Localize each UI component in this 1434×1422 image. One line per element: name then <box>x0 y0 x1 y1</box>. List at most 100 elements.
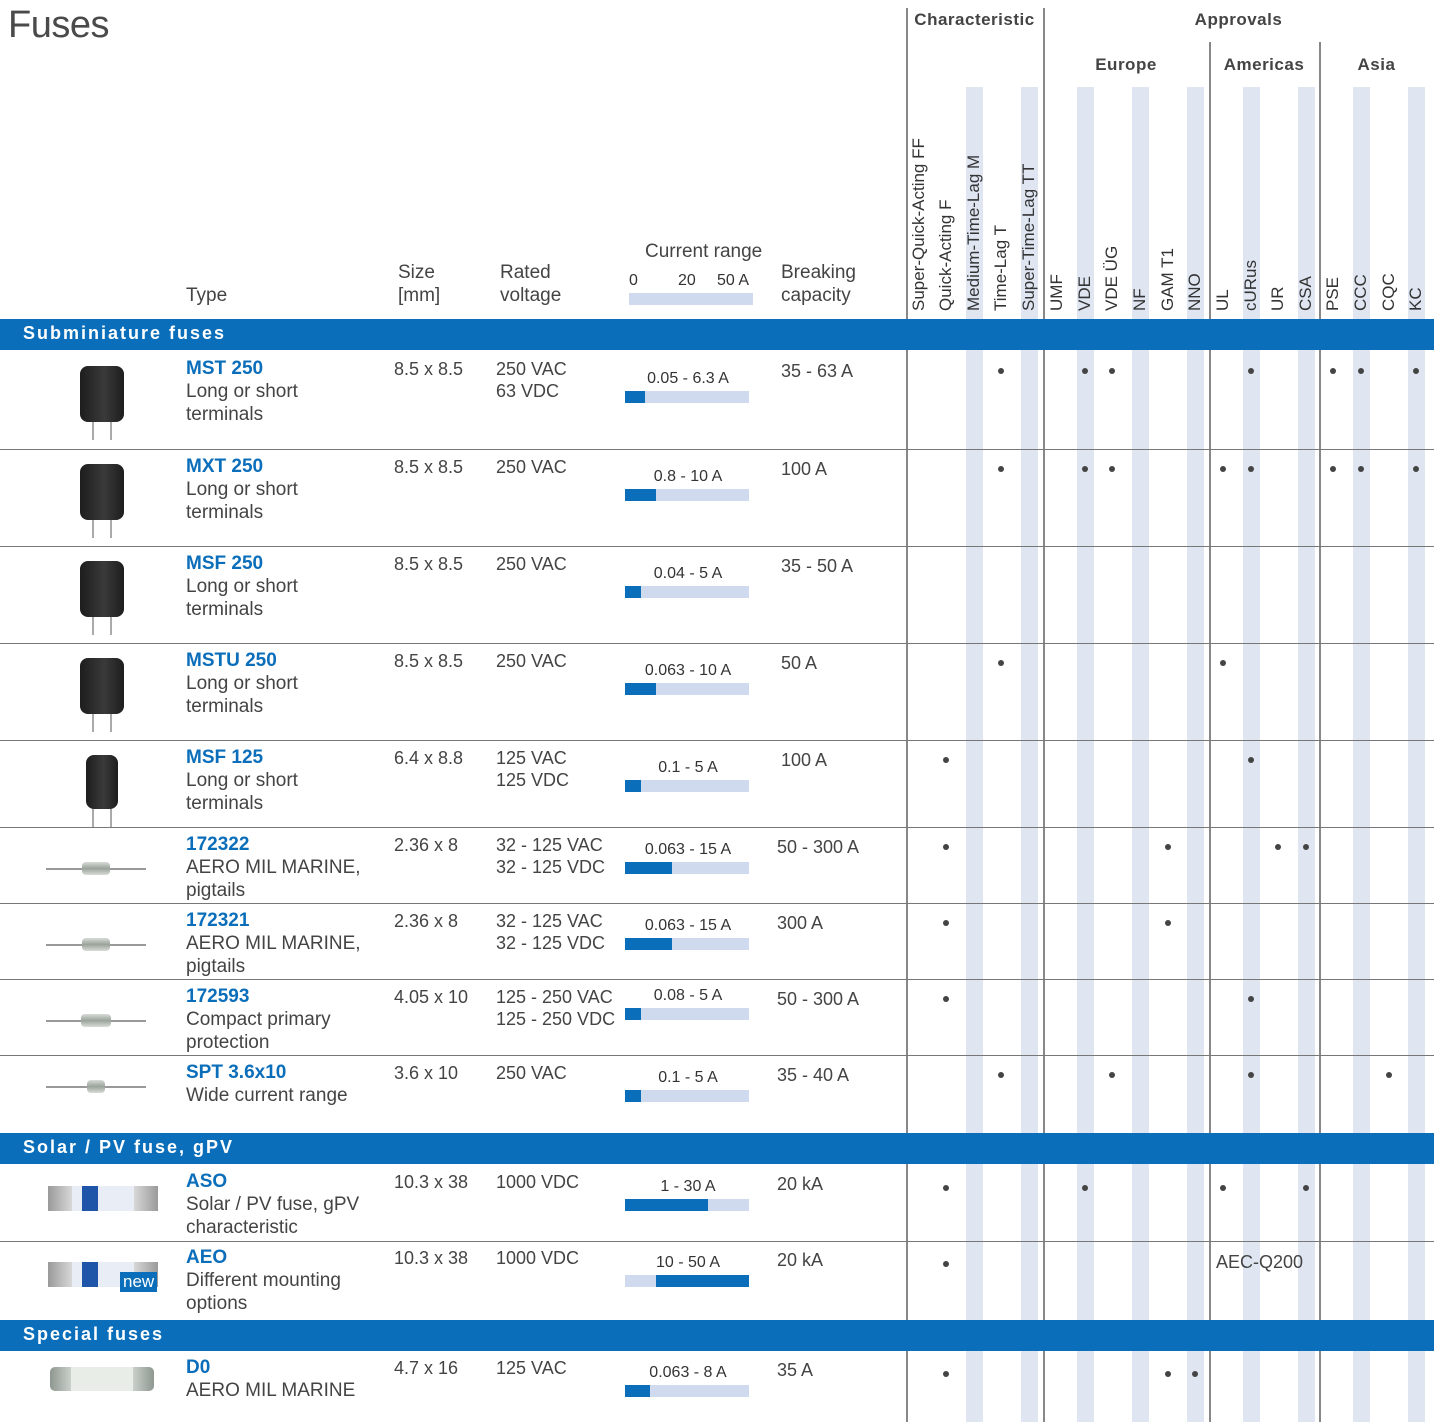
product-size: 6.4 x 8.8 <box>394 748 464 768</box>
column-label: Medium-Time-Lag M <box>964 154 983 311</box>
header-type: Type <box>186 285 228 306</box>
product-size: 8.5 x 8.5 <box>394 359 464 379</box>
product-voltage: 1000 VDC <box>496 1172 580 1192</box>
current-track <box>625 586 749 598</box>
current-range-text: 1 - 30 A <box>660 1178 716 1195</box>
approval-mark <box>1303 844 1309 850</box>
breaking-capacity: 35 A <box>777 1360 814 1380</box>
current-range-text: 0.063 - 8 A <box>649 1364 727 1381</box>
breaking-capacity: 20 kA <box>777 1250 824 1270</box>
approval-mark <box>1220 466 1226 472</box>
product-image <box>48 1186 158 1211</box>
current-bar <box>625 391 645 403</box>
column-label: Super-Quick-Acting FF <box>909 138 928 311</box>
current-bar <box>625 1008 641 1020</box>
product-label-stripe <box>82 1262 98 1287</box>
product-voltage: 1000 VDC <box>496 1248 580 1268</box>
current-range-text: 0.063 - 15 A <box>644 917 732 934</box>
column-label: UL <box>1213 289 1232 311</box>
approval-mark <box>1165 920 1171 926</box>
product-description: terminals <box>186 696 264 717</box>
column-label: NNO <box>1185 273 1204 311</box>
product-voltage: 32 - 125 VDC <box>496 857 606 877</box>
product-voltage: 125 VAC <box>496 748 567 768</box>
current-bar <box>625 938 672 950</box>
header-voltage-2: voltage <box>500 285 562 306</box>
breaking-capacity: 35 - 63 A <box>781 361 854 381</box>
approval-mark <box>1082 368 1088 374</box>
column-label: KC <box>1406 287 1425 311</box>
approval-mark <box>1248 368 1254 374</box>
product-description: AERO MIL MARINE, <box>186 933 361 954</box>
new-badge: new <box>120 1272 158 1292</box>
product-description: AERO MIL MARINE <box>186 1380 356 1401</box>
header-voltage: Rated <box>500 262 551 283</box>
column-label: GAM T1 <box>1158 248 1177 311</box>
product-pin <box>110 714 112 732</box>
product-description: options <box>186 1293 248 1314</box>
product-name: 172321 <box>186 910 250 931</box>
approval-mark <box>1109 466 1115 472</box>
product-description: terminals <box>186 404 264 425</box>
approval-mark <box>1220 1185 1226 1191</box>
product-size: 8.5 x 8.5 <box>394 651 464 671</box>
product-description: terminals <box>186 599 264 620</box>
column-label: Time-Lag T <box>991 225 1010 311</box>
approval-mark <box>943 757 949 763</box>
product-pin <box>92 520 94 538</box>
header-size: Size <box>398 262 435 283</box>
product-size: 2.36 x 8 <box>394 835 459 855</box>
current-range-text: 0.05 - 6.3 A <box>647 370 729 387</box>
product-voltage: 250 VAC <box>496 651 567 671</box>
current-range-text: 0.063 - 15 A <box>644 841 732 858</box>
group-europe: Europe <box>1095 55 1157 74</box>
page-title: Fuses <box>8 4 109 46</box>
product-description: terminals <box>186 793 264 814</box>
column-label: CCC <box>1351 274 1370 311</box>
product-name: MSTU 250 <box>186 650 277 671</box>
current-bar <box>625 586 641 598</box>
approval-mark <box>1109 368 1115 374</box>
current-track <box>625 780 749 792</box>
product-image <box>86 755 118 809</box>
product-image <box>80 561 124 617</box>
product-pin <box>92 809 94 827</box>
approval-mark <box>943 1371 949 1377</box>
approval-mark <box>998 660 1004 666</box>
product-pin <box>110 520 112 538</box>
product-size: 3.6 x 10 <box>394 1063 459 1083</box>
section-header-special: Special fuses <box>0 1320 1434 1351</box>
approval-mark <box>1248 466 1254 472</box>
current-track <box>625 1090 749 1102</box>
approval-mark <box>1303 1185 1309 1191</box>
column-label: NF <box>1130 288 1149 311</box>
column-divider <box>906 8 908 1422</box>
product-name: MST 250 <box>186 358 264 379</box>
product-description: pigtails <box>186 956 246 977</box>
breaking-capacity: 100 A <box>781 750 828 770</box>
product-voltage: 63 VDC <box>496 381 560 401</box>
scale-track <box>629 293 753 305</box>
breaking-capacity: 20 kA <box>777 1174 824 1194</box>
product-image <box>80 658 124 714</box>
column-label: Quick-Acting F <box>936 199 955 311</box>
product-image <box>80 366 124 422</box>
row-divider <box>0 643 1434 644</box>
current-bar <box>625 489 656 501</box>
approval-mark <box>998 368 1004 374</box>
header-breaking-2: capacity <box>781 285 851 306</box>
product-image <box>87 1080 105 1093</box>
approval-mark <box>1330 368 1336 374</box>
product-pin <box>110 809 112 827</box>
product-voltage: 32 - 125 VDC <box>496 933 606 953</box>
column-label: PSE <box>1323 276 1342 311</box>
product-size: 4.05 x 10 <box>394 987 469 1007</box>
breaking-capacity: 35 - 50 A <box>781 556 854 576</box>
current-bar <box>625 780 641 792</box>
column-label: UMF <box>1047 274 1066 311</box>
approval-mark <box>1192 1371 1198 1377</box>
current-bar <box>625 1199 708 1211</box>
product-voltage: 32 - 125 VAC <box>496 835 603 855</box>
approval-mark <box>1330 466 1336 472</box>
product-pin <box>92 617 94 635</box>
